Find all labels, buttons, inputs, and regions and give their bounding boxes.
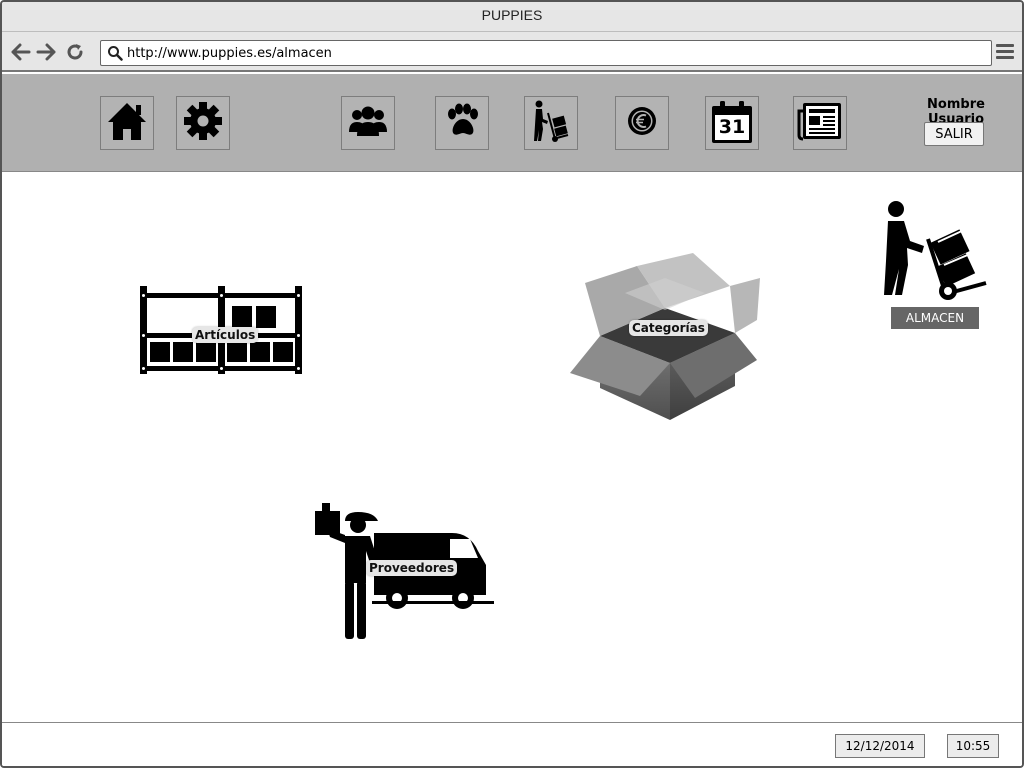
logout-button[interactable]: SALIR bbox=[924, 122, 984, 146]
section-badge: ALMACEN bbox=[891, 307, 979, 329]
delivery-person-van-icon bbox=[312, 503, 502, 647]
warehouse-button[interactable] bbox=[524, 96, 578, 150]
url-input[interactable] bbox=[127, 43, 977, 63]
main-toolbar: 31 Nombre Usuario SALIR bbox=[2, 74, 1022, 172]
tile-label: Proveedores bbox=[366, 560, 458, 576]
warehouse-shelves-icon bbox=[136, 286, 306, 382]
arrow-right-icon[interactable] bbox=[35, 41, 57, 63]
paw-icon bbox=[444, 103, 480, 144]
url-bar[interactable] bbox=[100, 40, 992, 66]
finance-button[interactable] bbox=[615, 96, 669, 150]
window-title: PUPPIES bbox=[2, 2, 1022, 32]
section-hand-truck-icon bbox=[880, 199, 990, 304]
pets-button[interactable] bbox=[435, 96, 489, 150]
tile-label: Artículos bbox=[192, 327, 259, 343]
main-content: Artículos Categorías Proveedores ALMACEN bbox=[2, 173, 1022, 722]
news-button[interactable] bbox=[793, 96, 847, 150]
tile-proveedores[interactable]: Proveedores bbox=[312, 503, 502, 643]
tile-articulos[interactable]: Artículos bbox=[136, 283, 306, 378]
time-display: 10:55 bbox=[947, 734, 999, 758]
arrow-left-icon[interactable] bbox=[10, 41, 32, 63]
users-button[interactable] bbox=[341, 96, 395, 150]
euro-coin-icon bbox=[626, 105, 658, 142]
hamburger-menu-icon[interactable] bbox=[996, 42, 1016, 62]
status-bar: 12/12/2014 10:55 bbox=[2, 722, 1022, 766]
gear-icon bbox=[182, 100, 224, 147]
calendar-icon: 31 bbox=[709, 100, 755, 146]
open-box-icon bbox=[565, 253, 765, 427]
settings-button[interactable] bbox=[176, 96, 230, 150]
reload-icon[interactable] bbox=[64, 41, 86, 63]
home-button[interactable] bbox=[100, 96, 154, 150]
search-icon bbox=[107, 45, 123, 66]
date-display: 12/12/2014 bbox=[835, 734, 925, 758]
hand-truck-icon bbox=[531, 99, 571, 148]
tile-label: Categorías bbox=[629, 320, 708, 336]
newspaper-icon bbox=[797, 101, 843, 146]
people-group-icon bbox=[348, 104, 388, 143]
house-icon bbox=[105, 99, 149, 148]
tile-categorias[interactable]: Categorías bbox=[565, 248, 765, 423]
calendar-day-label: 31 bbox=[718, 116, 746, 138]
address-bar bbox=[2, 32, 1022, 72]
browser-window: PUPPIES http://www.puppies.es/almacen 31… bbox=[0, 0, 1024, 768]
calendar-button[interactable]: 31 bbox=[705, 96, 759, 150]
